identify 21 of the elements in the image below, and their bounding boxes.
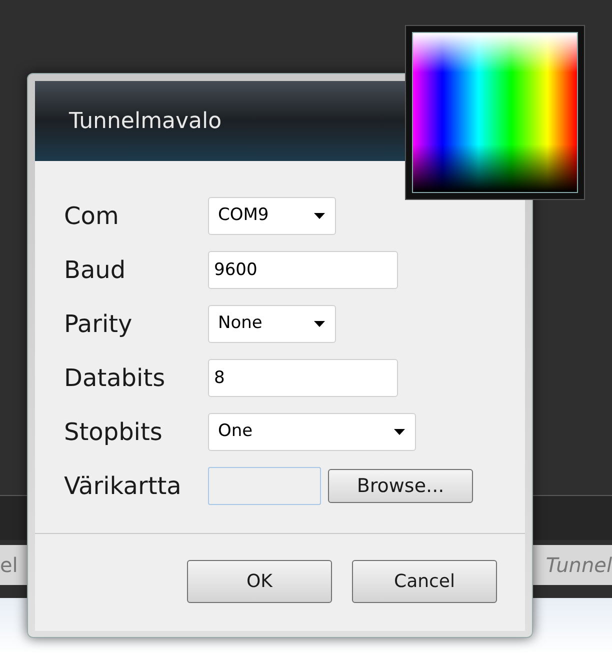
field-label: Parity	[64, 309, 134, 340]
field-label: Stopbits	[64, 417, 164, 448]
window-title: Tunnelmavalo	[69, 108, 222, 136]
caret-icon	[314, 321, 325, 327]
dialog-button[interactable]: OK	[187, 560, 332, 603]
caret-icon	[314, 213, 325, 219]
dropdown[interactable]: COM9	[208, 197, 336, 235]
input-field[interactable]: 9600	[208, 251, 398, 289]
browse-button[interactable]: Browse...	[328, 469, 473, 503]
caret-icon	[394, 429, 405, 435]
dropdown[interactable]: None	[208, 305, 336, 343]
background-text: Tunnel	[546, 552, 612, 579]
field-label: Baud	[64, 255, 127, 286]
dropdown[interactable]: One	[208, 413, 416, 451]
dialog-button[interactable]: Cancel	[352, 560, 497, 603]
input-field[interactable]	[208, 467, 321, 505]
input-field[interactable]: 8	[208, 359, 398, 397]
background-text: el	[0, 552, 18, 579]
field-label: Databits	[64, 363, 166, 394]
field-label: Värikartta	[64, 471, 182, 502]
field-label: Com	[64, 201, 120, 232]
